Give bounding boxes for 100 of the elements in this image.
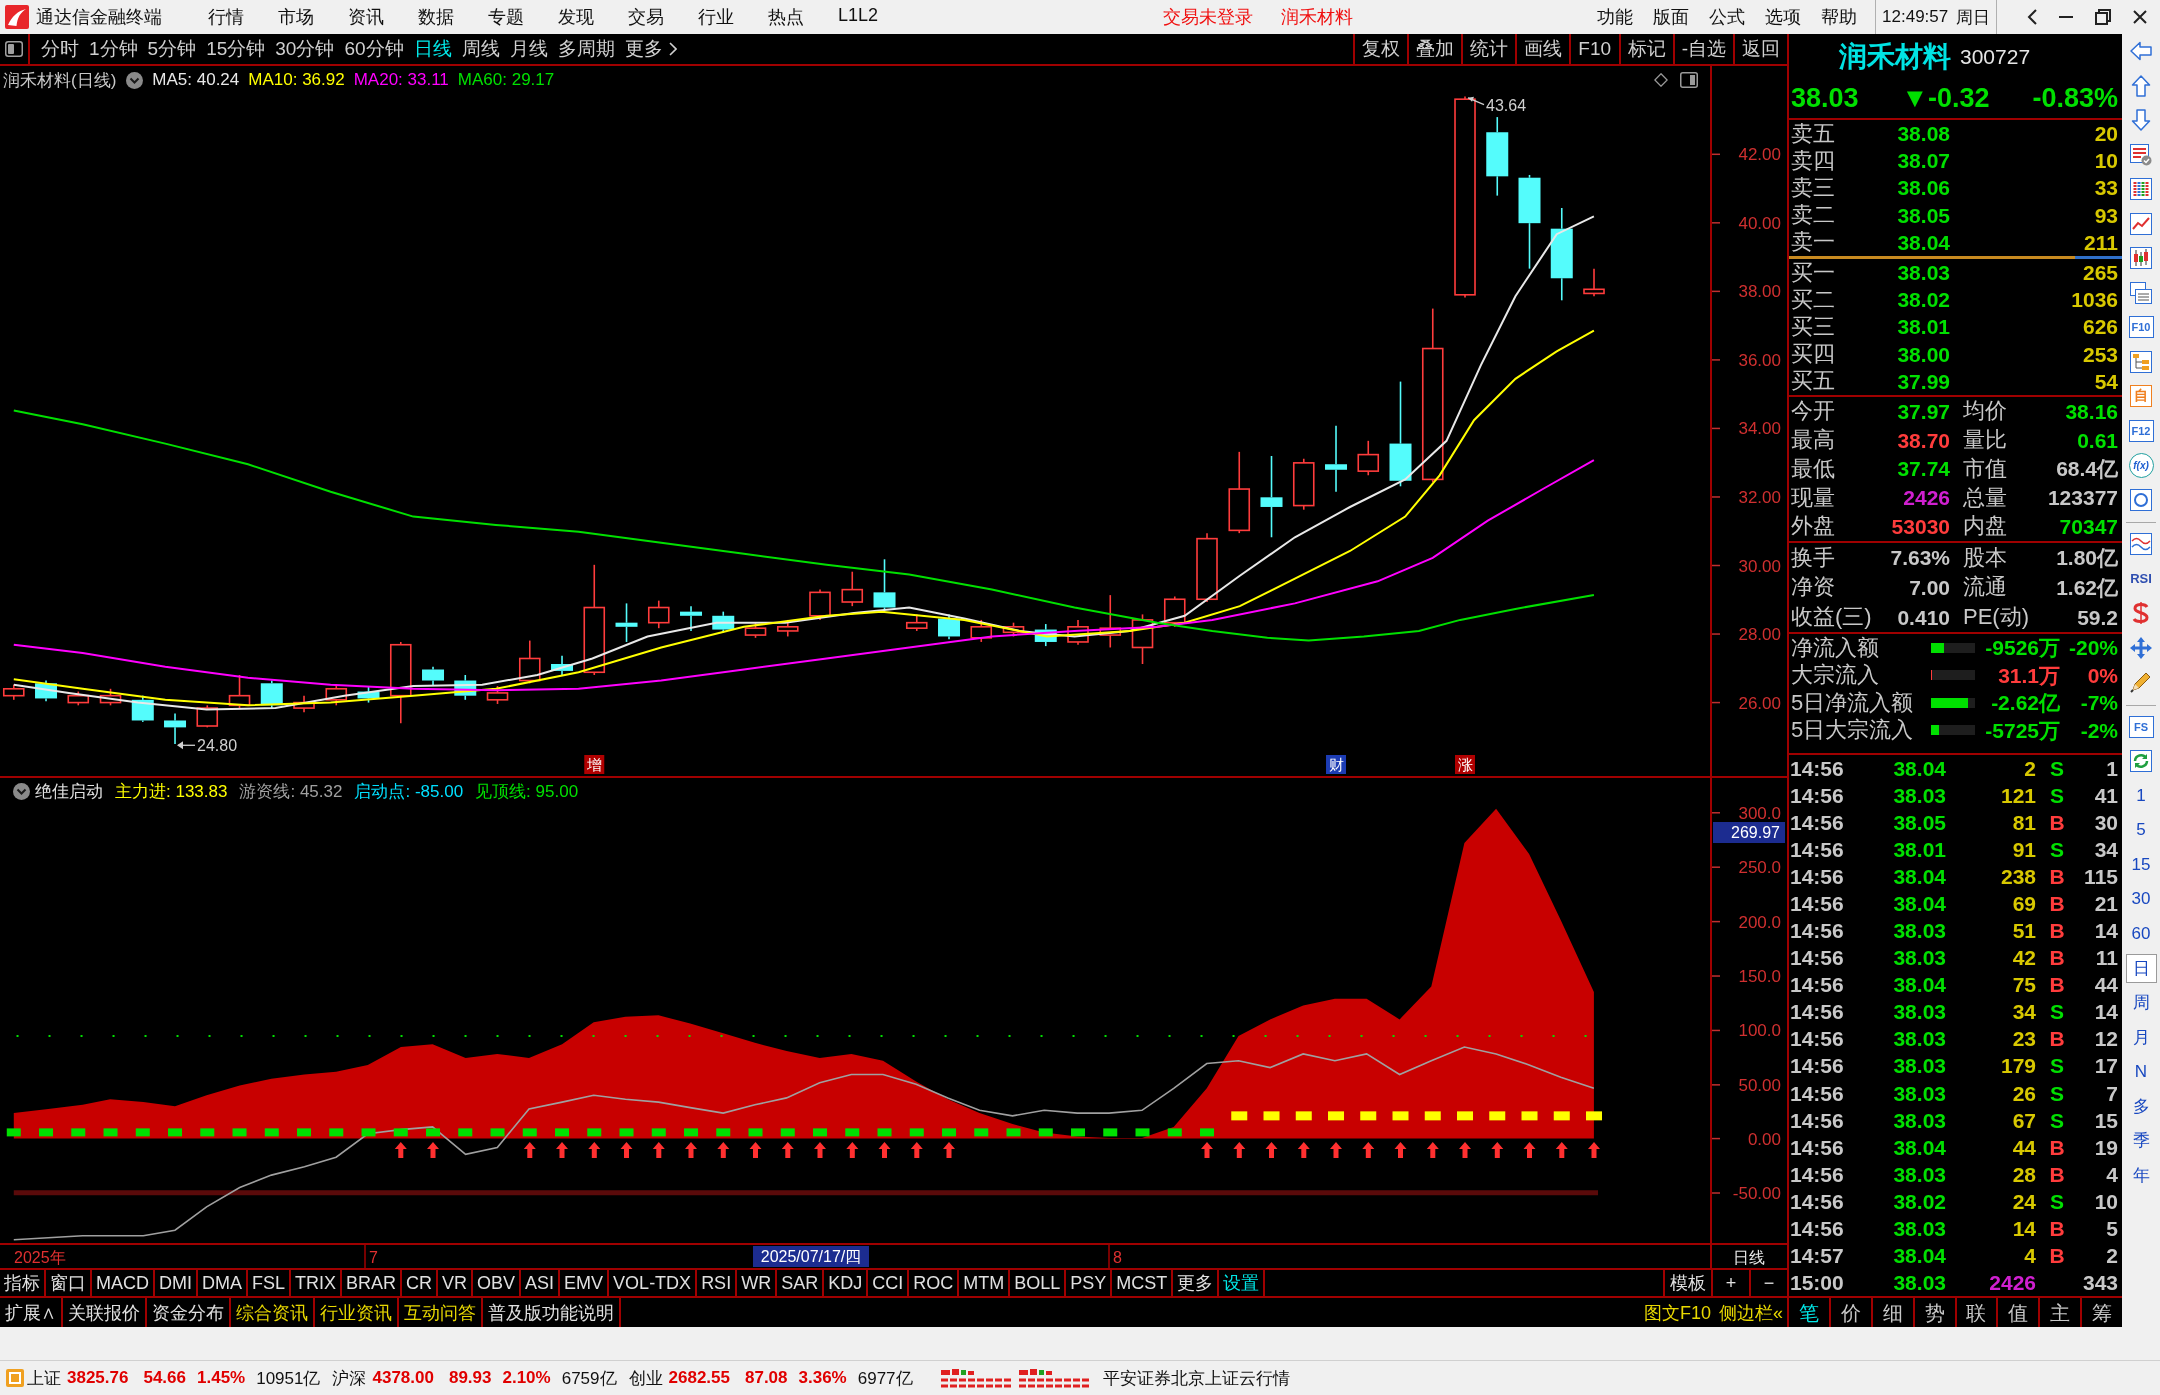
menu-item[interactable]: 行业 [698, 5, 734, 29]
menu-item[interactable]: 热点 [768, 5, 804, 29]
indicator-tab[interactable]: DMI [155, 1270, 198, 1296]
indicator-tab[interactable]: MACD [92, 1270, 155, 1296]
menu-item[interactable]: 版面 [1653, 5, 1690, 29]
indicator-tab[interactable]: RSI [697, 1270, 738, 1296]
period-button[interactable]: N [2130, 1059, 2152, 1084]
menu-item[interactable]: L1L2 [838, 5, 879, 29]
chart-tool-button[interactable]: -自选 [1672, 34, 1733, 64]
menu-item[interactable]: 发现 [558, 5, 594, 29]
down-arrow-icon[interactable] [2130, 109, 2152, 132]
indicator-tab[interactable]: 更多 [1173, 1270, 1220, 1296]
indicator-tab[interactable]: SAR [777, 1270, 825, 1296]
period-button[interactable]: 周 [2128, 989, 2154, 1017]
chevron-down-icon[interactable] [126, 71, 144, 89]
chart-tool-button[interactable]: 统计 [1460, 34, 1515, 64]
tree-icon[interactable] [2130, 350, 2152, 373]
indicator-tab[interactable]: KDJ [824, 1270, 869, 1296]
up-arrow-icon[interactable] [2130, 74, 2152, 97]
period-tab[interactable]: 分时 [41, 36, 79, 62]
indicator-tab[interactable]: MCST [1112, 1270, 1174, 1296]
tool-button[interactable]: F10 [2128, 316, 2154, 339]
menu-item[interactable]: 功能 [1597, 5, 1634, 29]
period-tab[interactable]: 更多 [624, 36, 677, 62]
logo-icon[interactable] [5, 5, 29, 29]
period-tab[interactable]: 日线 [413, 36, 452, 62]
chevron-down-icon[interactable] [13, 782, 30, 800]
tool-button[interactable]: FS [2128, 715, 2154, 738]
period-button[interactable]: 60 [2127, 921, 2155, 946]
indicator-tab[interactable]: ROC [909, 1270, 960, 1296]
extension-link[interactable]: 图文F10 [1639, 1298, 1715, 1327]
period-tab[interactable]: 1分钟 [89, 36, 138, 62]
wave-chart-icon[interactable] [2130, 533, 2152, 556]
chart-tool-button[interactable]: 画线 [1514, 34, 1569, 64]
minimize-icon[interactable] [2059, 16, 2074, 18]
indicator-tab[interactable]: CR [402, 1270, 439, 1296]
indicator-tab[interactable]: ASI [521, 1270, 561, 1296]
menu-item[interactable]: 资讯 [348, 5, 384, 29]
menu-item[interactable]: 公式 [1709, 5, 1746, 29]
period-tab[interactable]: 月线 [509, 36, 548, 62]
menu-item[interactable]: 市场 [278, 5, 314, 29]
chevron-left-icon[interactable] [2027, 9, 2038, 25]
indicator-tab[interactable]: BOLL [1010, 1270, 1067, 1296]
chart-tool-button[interactable]: F10 [1568, 34, 1619, 64]
indicator-tab[interactable]: VOL-TDX [609, 1270, 698, 1296]
indicator-tab[interactable]: MTM [959, 1270, 1011, 1296]
indicator-tab[interactable]: VR [438, 1270, 474, 1296]
period-button[interactable]: 15 [2127, 852, 2155, 877]
menu-item[interactable]: 交易 [628, 5, 664, 29]
indicator-tab[interactable]: 窗口 [46, 1270, 92, 1296]
period-button[interactable]: 多 [2128, 1092, 2154, 1120]
left-arrow-icon[interactable] [2130, 40, 2152, 63]
indicator-tab[interactable]: CCI [868, 1270, 910, 1296]
period-tab[interactable]: 30分钟 [275, 36, 335, 62]
period-button[interactable]: 季 [2128, 1127, 2154, 1155]
restore-icon[interactable] [2095, 9, 2112, 25]
indicator-tab[interactable]: PSY [1066, 1270, 1113, 1296]
tool-button[interactable]: F12 [2128, 419, 2154, 442]
period-button[interactable]: 1 [2132, 783, 2150, 808]
period-button[interactable]: 日 [2125, 953, 2157, 983]
menu-item[interactable]: 专题 [488, 5, 524, 29]
indicator-tab[interactable]: WR [737, 1270, 778, 1296]
diamond-icon[interactable] [1654, 73, 1668, 87]
period-tab[interactable]: 周线 [461, 36, 500, 62]
panel-tab[interactable]: 笔 [1789, 1298, 1829, 1327]
indicator-tab[interactable]: 设置 [1219, 1270, 1266, 1296]
period-button[interactable]: 5 [2132, 818, 2150, 843]
pencil-icon[interactable] [2130, 671, 2152, 694]
chart-tool-button[interactable]: 复权 [1352, 34, 1407, 64]
period-tab[interactable]: 5分钟 [147, 36, 197, 62]
line-chart-icon[interactable] [2130, 212, 2152, 235]
period-tab[interactable]: 15分钟 [206, 36, 266, 62]
candlestick-icon[interactable] [2130, 247, 2152, 270]
indicator-tab[interactable]: BRAR [342, 1270, 403, 1296]
indicator-tab[interactable]: TRIX [291, 1270, 343, 1296]
report-icon[interactable] [2130, 143, 2152, 166]
period-tab[interactable]: 60分钟 [344, 36, 404, 62]
indicator-tab[interactable]: DMA [198, 1270, 248, 1296]
windows-icon[interactable] [2130, 281, 2152, 304]
chart-tool-button[interactable]: 标记 [1618, 34, 1673, 64]
tool-button[interactable]: RSI [2130, 571, 2152, 587]
close-icon[interactable] [2133, 10, 2148, 24]
move-icon[interactable] [2130, 636, 2152, 659]
add-button[interactable]: + [1711, 1270, 1749, 1296]
menu-item[interactable]: 行情 [208, 5, 244, 29]
period-button[interactable]: 年 [2128, 1161, 2154, 1189]
menu-item[interactable]: 选项 [1765, 5, 1802, 29]
tool-button[interactable]: f(x) [2128, 452, 2154, 478]
period-tab[interactable]: 多周期 [557, 36, 615, 62]
panel-icon[interactable] [1680, 72, 1698, 88]
menu-item[interactable]: 帮助 [1821, 5, 1858, 29]
period-button[interactable]: 月 [2128, 1023, 2154, 1051]
indicator-tab[interactable]: OBV [473, 1270, 522, 1296]
refresh-icon[interactable] [2130, 750, 2152, 773]
chart-tool-button[interactable]: 叠加 [1406, 34, 1461, 64]
indicator-tab[interactable]: EMV [560, 1270, 610, 1296]
period-button[interactable]: 30 [2127, 887, 2155, 912]
indicator-tab[interactable]: 指标 [0, 1270, 46, 1296]
grid-icon[interactable] [2130, 178, 2152, 201]
template-button[interactable]: 模板 [1663, 1270, 1711, 1296]
